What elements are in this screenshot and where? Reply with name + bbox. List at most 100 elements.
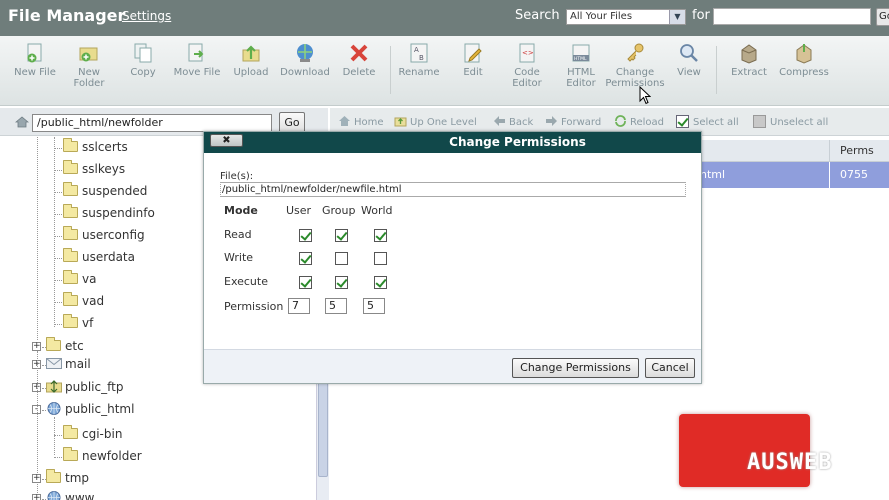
perms-column-header[interactable]: Perms — [829, 140, 889, 162]
files-field[interactable]: /public_html/newfolder/newfile.html — [220, 182, 686, 197]
toolbar-move-file-button[interactable]: Move File — [167, 42, 227, 78]
toolbar-button-label: Editor — [512, 78, 542, 89]
tree-folder-newfolder[interactable]: newfolder — [63, 447, 142, 469]
settings-link[interactable]: Settings — [122, 9, 171, 23]
tree-folder-sslcerts[interactable]: sslcerts — [63, 138, 128, 160]
toolbar: New File New Folder Copy Move File Upload Down… — [0, 36, 889, 106]
toolbar-download-button[interactable]: Download — [275, 42, 335, 78]
tree-folder-etc[interactable]: etc — [46, 337, 84, 359]
upload-icon — [242, 45, 260, 62]
toolbar-code-editor-button[interactable]: <> Code Editor — [497, 42, 557, 89]
close-button[interactable]: ✖ — [210, 134, 243, 147]
toolbar-button-label: Change — [615, 67, 655, 78]
row-perms: 0755 — [840, 168, 868, 181]
toolbar-edit-button[interactable]: Edit — [443, 42, 503, 78]
tree-item-label: vad — [82, 294, 105, 308]
tree-folder-mail[interactable]: mail — [46, 357, 91, 377]
search-go-button[interactable]: Go — [876, 8, 889, 26]
cancel-button[interactable]: Cancel — [645, 358, 695, 378]
path-input[interactable]: /public_html/newfolder — [32, 114, 272, 132]
toolbar-view-button[interactable]: View — [659, 42, 719, 78]
tree-folder-public-ftp[interactable]: public_ftp — [46, 380, 123, 400]
header-bar: File Manager Settings Search All Your Fi… — [0, 0, 889, 36]
tree-item-label: suspendinfo — [82, 206, 155, 220]
tree-folder-www[interactable]: www — [46, 491, 94, 500]
tree-item-label: cgi-bin — [82, 427, 123, 441]
read-user-checkbox[interactable] — [299, 229, 312, 242]
tree-folder-tmp[interactable]: tmp — [46, 469, 89, 491]
expand-icon[interactable]: + — [32, 342, 41, 351]
permission-user-field[interactable]: 7 — [288, 298, 310, 314]
toolbar-copy-button[interactable]: Copy — [113, 42, 173, 78]
nav-home[interactable]: Home — [338, 115, 384, 128]
tree-folder-va[interactable]: va — [63, 270, 96, 292]
nav-select-all-label: Select all — [693, 117, 739, 128]
toolbar-new-folder-button[interactable]: New Folder — [59, 42, 119, 89]
toolbar-change-permissions-button[interactable]: Change Permissions — [605, 42, 665, 89]
toolbar-rename-button[interactable]: A B Rename — [389, 42, 449, 78]
execute-group-checkbox[interactable] — [335, 276, 348, 289]
toolbar-delete-button[interactable]: Delete — [329, 42, 389, 78]
delete-icon — [350, 44, 368, 62]
folder-icon — [46, 337, 61, 351]
change-permissions-button[interactable]: Change Permissions — [512, 358, 639, 378]
tree-folder-suspended[interactable]: suspended — [63, 182, 147, 204]
expand-icon[interactable]: + — [32, 494, 41, 500]
nav-forward[interactable]: Forward — [545, 115, 601, 128]
tree-folder-suspendinfo[interactable]: suspendinfo — [63, 204, 155, 226]
nav-reload[interactable]: Reload — [614, 115, 664, 128]
tree-folder-public-html[interactable]: public_html — [46, 402, 134, 422]
read-group-checkbox[interactable] — [335, 229, 348, 242]
nav-select-all[interactable]: Select all — [676, 115, 739, 128]
toolbar-compress-button[interactable]: Compress — [774, 42, 834, 78]
tree-folder-userdata[interactable]: userdata — [63, 248, 135, 270]
app-title: File Manager — [8, 6, 126, 25]
search-input[interactable] — [713, 8, 871, 25]
expand-icon[interactable]: + — [32, 474, 41, 483]
folder-icon — [63, 160, 78, 174]
write-user-checkbox[interactable] — [299, 252, 312, 265]
nav-up-one-level[interactable]: Up One Level — [394, 115, 477, 128]
globe-icon — [47, 491, 61, 500]
toolbar-upload-button[interactable]: Upload — [221, 42, 281, 78]
nav-back[interactable]: Back — [493, 115, 533, 128]
write-world-checkbox[interactable] — [374, 252, 387, 265]
tree-folder-cgi-bin[interactable]: cgi-bin — [63, 425, 123, 447]
folder-icon — [63, 248, 78, 262]
toolbar-new-file-button[interactable]: New File — [5, 42, 65, 78]
tree-connector — [54, 258, 62, 259]
code-editor-icon: <> — [519, 43, 535, 63]
toolbar-separator — [390, 46, 391, 94]
tree-folder-vf[interactable]: vf — [63, 314, 93, 336]
toolbar-button-label: Compress — [779, 67, 829, 78]
folder-icon — [63, 204, 78, 218]
permission-world-field[interactable]: 5 — [363, 298, 385, 314]
search-scope-value: All Your Files — [570, 11, 633, 22]
execute-world-checkbox[interactable] — [374, 276, 387, 289]
toolbar-button-label: Code — [514, 67, 540, 78]
toolbar-button-label: Folder — [73, 78, 105, 89]
dialog-title: Change Permissions — [449, 135, 586, 149]
toolbar-button-label: Edit — [463, 67, 483, 78]
toolbar-html-editor-button[interactable]: HTML HTML Editor — [551, 42, 611, 89]
permission-group-field[interactable]: 5 — [325, 298, 347, 314]
copy-icon — [134, 43, 152, 63]
tree-connector — [54, 236, 62, 237]
tree-connector — [54, 457, 62, 458]
toolbar-extract-button[interactable]: Extract — [719, 42, 779, 78]
tree-folder-userconfig[interactable]: userconfig — [63, 226, 145, 248]
tree-connector — [54, 192, 62, 193]
toolbar-button-label: New File — [14, 67, 56, 78]
read-world-checkbox[interactable] — [374, 229, 387, 242]
tree-folder-vad[interactable]: vad — [63, 292, 105, 314]
tree-item-label: www — [65, 491, 95, 500]
write-group-checkbox[interactable] — [335, 252, 348, 265]
tree-connector — [37, 137, 38, 340]
nav-unselect-all[interactable]: Unselect all — [753, 115, 828, 128]
search-scope-select[interactable]: All Your Files ▼ — [566, 9, 686, 25]
nav-up-label: Up One Level — [410, 117, 477, 128]
execute-user-checkbox[interactable] — [299, 276, 312, 289]
tree-folder-sslkeys[interactable]: sslkeys — [63, 160, 125, 182]
toolbar-button-label: Permissions — [605, 78, 665, 89]
mail-icon — [46, 358, 62, 369]
